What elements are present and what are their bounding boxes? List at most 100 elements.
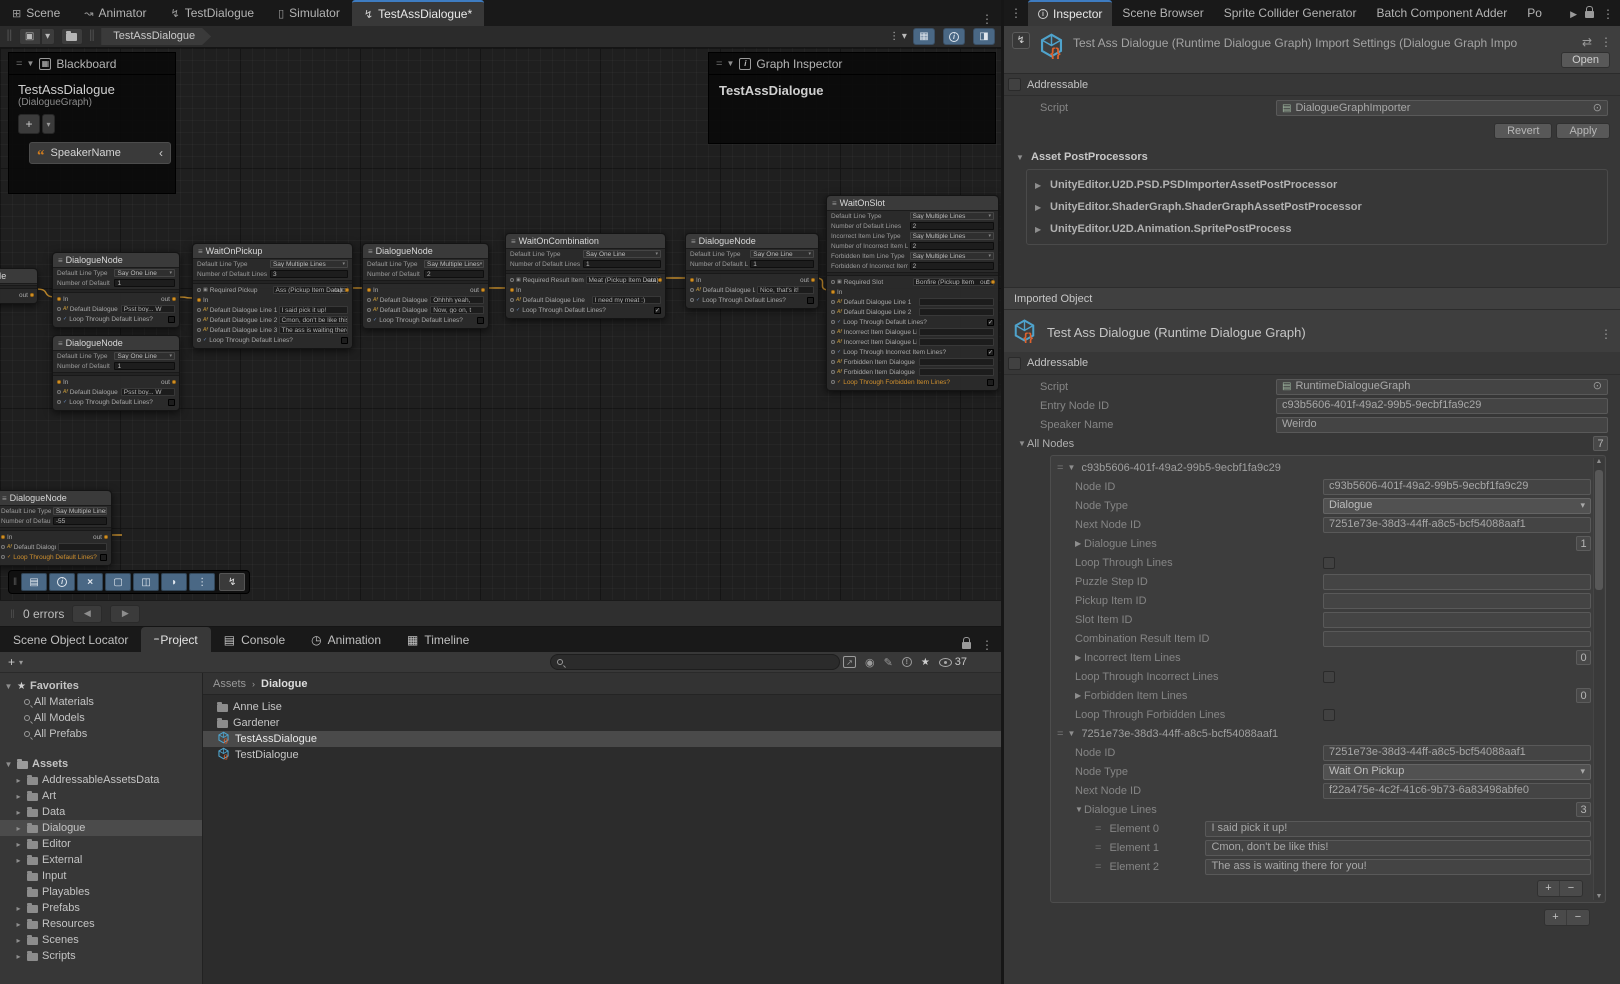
data-port[interactable] [57,400,61,404]
element-text-field[interactable]: Cmon, don't be like this! [1205,840,1591,856]
input-port[interactable] [197,298,201,302]
input-port[interactable] [1,535,5,539]
data-port[interactable] [1,545,5,549]
tree-folder-item[interactable]: ▸ Art [0,788,202,804]
foldout-arrow-icon[interactable]: ▸ [14,840,23,849]
graph-node[interactable]: ≡ WaitOnCombination Default Line Type Sa… [505,233,666,319]
addressable-checkbox[interactable] [1008,78,1021,91]
graph-node[interactable]: ≡ DialogueNode Default Line Type Say One… [52,252,180,328]
node-text-input[interactable] [58,543,107,551]
inspector-menu-icon[interactable]: ⋮ [1602,7,1614,21]
file-row[interactable]: {} TestDialogue [203,747,1001,763]
node-title-bar[interactable]: ≡ DialogueNode [0,491,111,506]
node-title-bar[interactable]: ≡ DialogueNode [363,244,488,259]
node-text-input[interactable] [919,328,994,336]
graph-panel-toggle-button[interactable]: i [943,28,965,45]
node-checkbox[interactable]: ✓ [168,316,175,323]
node-text-input[interactable]: Now, go on, t [430,306,484,314]
data-port[interactable] [831,380,835,384]
data-port[interactable] [367,318,371,322]
node-text-input[interactable]: I said pick it up! [279,306,348,314]
graph-breadcrumb[interactable]: TestAssDialogue [101,28,211,45]
node-entry-header[interactable]: = ▼ 7251e73e-38d3-44ff-a8c5-bcf54088aaf1 [1051,724,1591,743]
graph-node[interactable]: ≡ WaitOnPickup Default Line Type Say Mul… [192,243,353,349]
input-port[interactable] [57,297,61,301]
data-port[interactable] [510,308,514,312]
node-collapse-icon[interactable]: ≡ [511,237,516,246]
drag-handle-icon[interactable]: = [1057,728,1062,740]
graph-tool-toggle-button[interactable] [161,573,187,591]
array-size[interactable]: 0 [1576,688,1591,703]
save-graph-button[interactable]: ▣ [19,28,41,45]
data-port[interactable] [831,320,835,324]
array-size[interactable]: 1 [1576,536,1591,551]
expand-property-icon[interactable]: ‹ [159,146,163,160]
text-field[interactable] [1323,631,1591,647]
asset-postprocessors-foldout[interactable]: ▼ Asset PostProcessors [1004,145,1620,167]
file-row[interactable]: {} Anne Lise [203,699,1001,715]
more-tabs-arrow-icon[interactable]: ▶ [1570,9,1577,20]
graph-canvas[interactable]: ≡ StartNode ▾ out Af [0,48,1001,600]
node-enum-dropdown[interactable]: Say Multiple Lines▾ [270,260,348,268]
create-asset-dropdown-icon[interactable]: ▾ [19,658,23,667]
graph-tool-toggle-button[interactable] [21,573,47,591]
node-text-input[interactable] [919,368,994,376]
graph-tool-toggle-button[interactable]: i [49,573,75,591]
data-port[interactable] [690,298,694,302]
create-asset-button[interactable]: + [8,655,15,669]
node-checkbox[interactable]: ✓ [987,349,994,356]
node-enum-dropdown[interactable]: Say One Line▾ [114,269,175,277]
graph-tool-toggle-button[interactable] [105,573,131,591]
object-picker-icon[interactable]: ⊙ [1593,379,1602,394]
node-text-input[interactable] [919,298,994,306]
node-text-input[interactable]: I need my meat :) [592,296,661,304]
output-port[interactable] [481,288,485,292]
script-object-field[interactable]: ▤RuntimeDialogueGraph⊙ [1276,379,1608,395]
data-port[interactable] [197,288,201,292]
node-enum-dropdown[interactable]: Say One Line▾ [750,250,814,258]
editor-window-tab[interactable]: Scene [0,0,72,26]
data-port[interactable] [831,360,835,364]
save-dropdown-button[interactable]: ▾ [41,28,55,45]
node-text-input[interactable] [919,358,994,366]
graph-options-icon[interactable]: ⋮ ▾ [887,28,909,45]
graph-panel-toggle-button[interactable] [973,28,995,45]
graph-tool-toggle-button[interactable] [189,573,215,591]
node-enum-dropdown[interactable]: Say Multiple Lines▾ [424,260,484,268]
data-port[interactable] [1,555,5,559]
add-node-button[interactable]: + [1545,910,1567,925]
foldout-arrow-icon[interactable]: ▼ [4,760,13,769]
property-checkbox[interactable] [1323,671,1335,683]
all-nodes-foldout[interactable]: ▼ All Nodes 7 [1004,434,1620,453]
node-enum-dropdown[interactable]: Say Multiple Lines▾ [53,507,107,515]
node-text-input[interactable]: Psst boy... W [121,305,175,313]
postprocessor-item[interactable]: ▶ UnityEditor.U2D.Animation.SpritePostPr… [1027,218,1607,240]
graph-inspector-header[interactable]: = ▼ i Graph Inspector [709,53,995,75]
inspector-lock-icon[interactable] [1585,11,1594,18]
postprocessor-item[interactable]: ▶ UnityEditor.ShaderGraph.ShaderGraphAss… [1027,196,1607,218]
show-in-project-button[interactable] [61,28,83,45]
data-port[interactable] [510,278,514,282]
panel-menu-icon[interactable]: ⋮ [981,638,993,652]
node-collapse-icon[interactable]: ≡ [368,247,373,256]
node-collapse-icon[interactable]: ≡ [58,339,63,348]
tree-folder-item[interactable]: ▸ Data [0,804,202,820]
output-port[interactable] [991,280,995,284]
object-picker-icon[interactable]: ⊙ [1593,101,1602,116]
tree-favorites-root[interactable]: ▼ ★ Favorites [0,678,202,694]
add-property-dropdown[interactable]: ▾ [42,114,55,134]
output-port[interactable] [172,380,176,384]
drag-handle-icon[interactable]: = [16,58,21,70]
tree-folder-item[interactable]: ▸ Scenes [0,932,202,948]
dock-tab[interactable]: Scene Object Locator [0,627,141,652]
tree-favorite-item[interactable]: All Prefabs [0,726,202,742]
previous-error-button[interactable]: ◀ [72,605,102,623]
blackboard-property-speakername[interactable]: “ SpeakerName ‹ [29,142,171,164]
live-preview-toggle-button[interactable] [219,573,245,591]
node-checkbox[interactable]: ✓ [341,337,348,344]
data-port[interactable] [57,317,61,321]
data-port[interactable] [197,308,201,312]
drag-handle-icon[interactable]: = [716,58,721,70]
output-port[interactable] [345,288,349,292]
foldout-arrow-icon[interactable]: ▸ [14,952,23,961]
